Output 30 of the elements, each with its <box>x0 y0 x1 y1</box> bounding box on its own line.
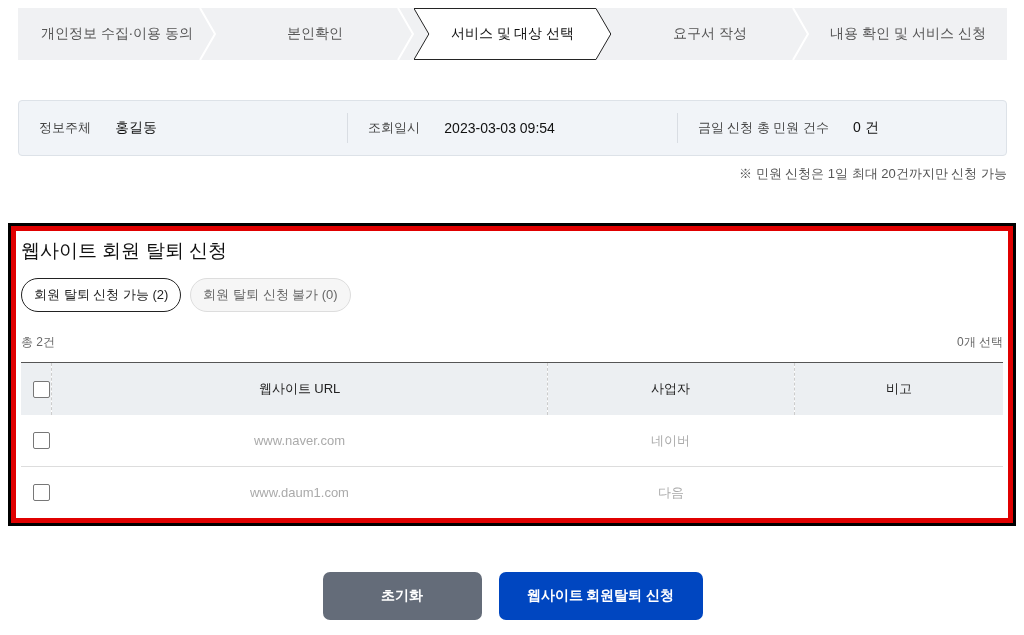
reset-button[interactable]: 초기화 <box>322 572 482 620</box>
submit-button[interactable]: 웹사이트 회원탈퇴 신청 <box>498 572 703 620</box>
column-header: 사업자 <box>547 362 795 415</box>
progress-step: 본인확인 <box>215 8 414 60</box>
section-title: 웹사이트 회원 탈퇴 신청 <box>21 239 228 263</box>
info-label: 정보주체 <box>39 119 91 137</box>
total-count: 총 2건 <box>21 334 55 351</box>
progress-step: 서비스 및 대상 선택 <box>413 8 612 60</box>
selected-count: 0개 선택 <box>957 334 1003 351</box>
info-value: 홍길동 <box>115 119 157 137</box>
table-cell: www.daum1.com <box>51 466 548 518</box>
column-header: 웹사이트 URL <box>51 362 548 415</box>
notice-text: ※ 민원 신청은 1일 최대 20건까지만 신청 가능 <box>738 165 1007 183</box>
table-cell: 네이버 <box>547 415 795 467</box>
step-separator <box>396 8 414 60</box>
info-label: 조회일시 <box>368 119 421 137</box>
checkbox[interactable] <box>33 484 50 501</box>
filter-tab[interactable]: 회원 탈퇴 신청 불가 (0) <box>190 278 351 312</box>
checkbox[interactable] <box>33 432 50 449</box>
info-label: 금일 신청 총 민원 건수 <box>697 119 830 137</box>
info-value: 0 건 <box>853 119 879 137</box>
checkbox[interactable] <box>33 380 50 398</box>
info-value: 2023-03-03 09:54 <box>444 120 555 136</box>
table-cell: 다음 <box>547 466 795 518</box>
filter-tab[interactable]: 회원 탈퇴 신청 가능 (2) <box>21 278 182 312</box>
progress-step: 내용 확인 및 서비스 신청 <box>809 8 1007 60</box>
progress-step: 요구서 작성 <box>611 8 810 60</box>
column-header: 비고 <box>794 362 1003 415</box>
table-cell: www.naver.com <box>51 415 548 467</box>
progress-step: 개인정보 수집·이용 동의 <box>18 8 216 60</box>
